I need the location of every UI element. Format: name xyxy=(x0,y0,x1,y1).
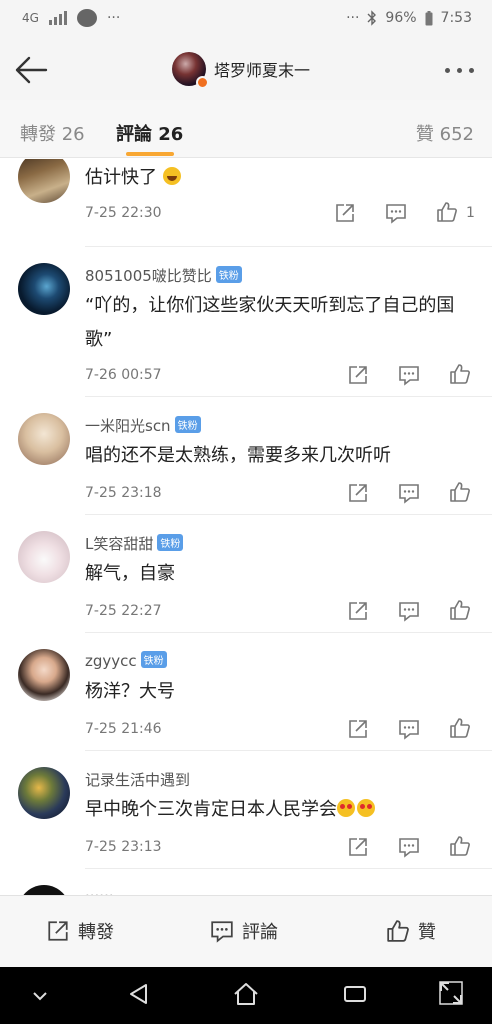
share-icon[interactable] xyxy=(347,836,369,858)
battery-icon xyxy=(425,10,433,25)
list-item: 记录生活中遇到 早中晚个三次肯定日本人民学会 7-25 23:13 xyxy=(0,751,492,869)
like-icon[interactable] xyxy=(436,201,458,223)
avatar[interactable] xyxy=(18,531,70,583)
like-count: 1 xyxy=(466,205,475,221)
list-item: ······ 估计快了 7-25 22:30 1 xyxy=(0,159,492,247)
repost-button[interactable]: 轉發 xyxy=(46,918,114,944)
share-icon[interactable] xyxy=(347,482,369,504)
comment-button[interactable]: 評論 xyxy=(210,918,278,944)
heart-eyes-emoji-icon xyxy=(337,799,355,817)
comment-text: 估计快了 xyxy=(85,161,475,195)
more-dots-icon[interactable] xyxy=(445,68,474,73)
comment-time: 7-25 22:30 xyxy=(85,205,162,221)
fan-badge: 铁粉 xyxy=(174,416,201,433)
app-screen: 4G ··· ··· 96% 7:53 塔罗师夏末一 轉發 26 評論 26 贊… xyxy=(0,0,492,1024)
username[interactable]: 记录生活中遇到 xyxy=(85,769,190,790)
laughing-emoji-icon xyxy=(162,167,181,185)
avatar[interactable] xyxy=(18,159,70,203)
avatar[interactable] xyxy=(18,413,70,465)
username[interactable]: zgyycc 铁粉 xyxy=(85,651,167,670)
tab-bar: 轉發 26 評論 26 贊 652 xyxy=(0,100,492,158)
list-item: 8051005啵比赞比 铁粉 “吖的，让你们这些家伙天天听到忘了自己的国歌” 7-… xyxy=(0,247,492,397)
username[interactable]: ······ xyxy=(85,887,114,895)
comment-time: 7-25 21:46 xyxy=(85,721,162,737)
like-icon[interactable] xyxy=(449,481,471,503)
reply-icon[interactable] xyxy=(398,836,420,858)
chat-notification-icon xyxy=(76,9,97,27)
share-icon[interactable] xyxy=(334,202,356,224)
comment-label: 評論 xyxy=(242,922,278,943)
signal-icon xyxy=(48,11,67,25)
status-dots-left: ··· xyxy=(106,10,121,26)
reply-icon xyxy=(211,921,233,943)
comment-text: “吖的，让你们这些家伙天天听到忘了自己的国歌” xyxy=(85,295,455,350)
comment-time: 7-25 23:18 xyxy=(85,485,162,501)
avatar[interactable] xyxy=(18,649,70,701)
avatar[interactable] xyxy=(18,767,70,819)
like-button[interactable]: 贊 xyxy=(386,918,436,944)
like-icon[interactable] xyxy=(449,363,471,385)
like-icon[interactable] xyxy=(449,599,471,621)
expand-icon[interactable] xyxy=(438,980,464,1006)
like-label: 贊 xyxy=(418,922,436,943)
like-icon xyxy=(387,920,409,942)
share-icon[interactable] xyxy=(347,364,369,386)
status-dots-right: ··· xyxy=(346,10,360,26)
reply-icon[interactable] xyxy=(398,718,420,740)
nav-profile[interactable]: 塔罗师夏末一 xyxy=(172,52,310,89)
repost-label: 轉發 xyxy=(78,922,114,943)
comment-text: 解气，自豪 xyxy=(85,563,175,584)
chevron-down-icon[interactable] xyxy=(30,987,50,1003)
comment-list[interactable]: ······ 估计快了 7-25 22:30 1 8051005啵比赞比铁粉 “… xyxy=(0,159,492,895)
like-icon[interactable] xyxy=(449,717,471,739)
tab-like[interactable]: 贊 652 xyxy=(416,120,474,146)
reply-icon[interactable] xyxy=(398,364,420,386)
reply-icon[interactable] xyxy=(398,600,420,622)
active-tab-indicator xyxy=(126,152,174,156)
nav-bar: 塔罗师夏末一 xyxy=(0,40,492,100)
username[interactable]: 一米阳光scn 铁粉 xyxy=(85,415,201,436)
fan-badge: 铁粉 xyxy=(140,651,167,668)
battery-percent: 96% xyxy=(385,10,417,26)
home-icon[interactable] xyxy=(232,981,260,1007)
page-title[interactable]: 塔罗师夏末一 xyxy=(214,57,310,81)
comment-text: 唱的还不是太熟练，需要多来几次听听 xyxy=(85,445,391,466)
reply-icon[interactable] xyxy=(398,482,420,504)
bluetooth-icon xyxy=(367,10,377,26)
status-bar: 4G ··· ··· 96% 7:53 xyxy=(0,0,492,40)
list-item: zgyycc 铁粉 杨洋？大号 7-25 21:46 xyxy=(0,633,492,751)
comment-time: 7-25 23:13 xyxy=(85,839,162,855)
share-icon[interactable] xyxy=(347,718,369,740)
tab-repost[interactable]: 轉發 26 xyxy=(20,120,85,146)
network-label: 4G xyxy=(22,11,39,25)
arrow-left-icon[interactable] xyxy=(12,52,50,88)
fan-badge: 铁粉 xyxy=(157,534,184,551)
system-nav-bar xyxy=(0,967,492,1024)
heart-eyes-emoji-icon xyxy=(357,799,375,817)
avatar[interactable] xyxy=(18,885,70,895)
comment-time: 7-26 00:57 xyxy=(85,367,162,383)
fan-badge: 铁粉 xyxy=(215,266,242,283)
share-icon[interactable] xyxy=(347,600,369,622)
list-item: L笑容甜甜 铁粉 解气，自豪 7-25 22:27 xyxy=(0,515,492,633)
list-item: ······ xyxy=(0,869,492,895)
avatar[interactable] xyxy=(172,52,209,89)
username[interactable]: L笑容甜甜 铁粉 xyxy=(85,533,184,554)
avatar[interactable] xyxy=(18,263,70,315)
list-item: 一米阳光scn 铁粉 唱的还不是太熟练，需要多来几次听听 7-25 23:18 xyxy=(0,397,492,515)
like-icon[interactable] xyxy=(449,835,471,857)
comment-text: 杨洋？大号 xyxy=(85,681,175,702)
verified-badge-icon xyxy=(196,76,209,89)
share-icon xyxy=(48,921,68,941)
recents-icon[interactable] xyxy=(342,983,368,1005)
comment-time: 7-25 22:27 xyxy=(85,603,162,619)
username[interactable]: 8051005啵比赞比 铁粉 xyxy=(85,265,242,286)
comment-text: 早中晚个三次肯定日本人民学会 xyxy=(85,793,475,827)
clock: 7:53 xyxy=(440,10,472,26)
reply-icon[interactable] xyxy=(385,202,407,224)
bottom-action-bar: 轉發 評論 贊 xyxy=(0,895,492,967)
back-triangle-icon[interactable] xyxy=(127,982,149,1006)
